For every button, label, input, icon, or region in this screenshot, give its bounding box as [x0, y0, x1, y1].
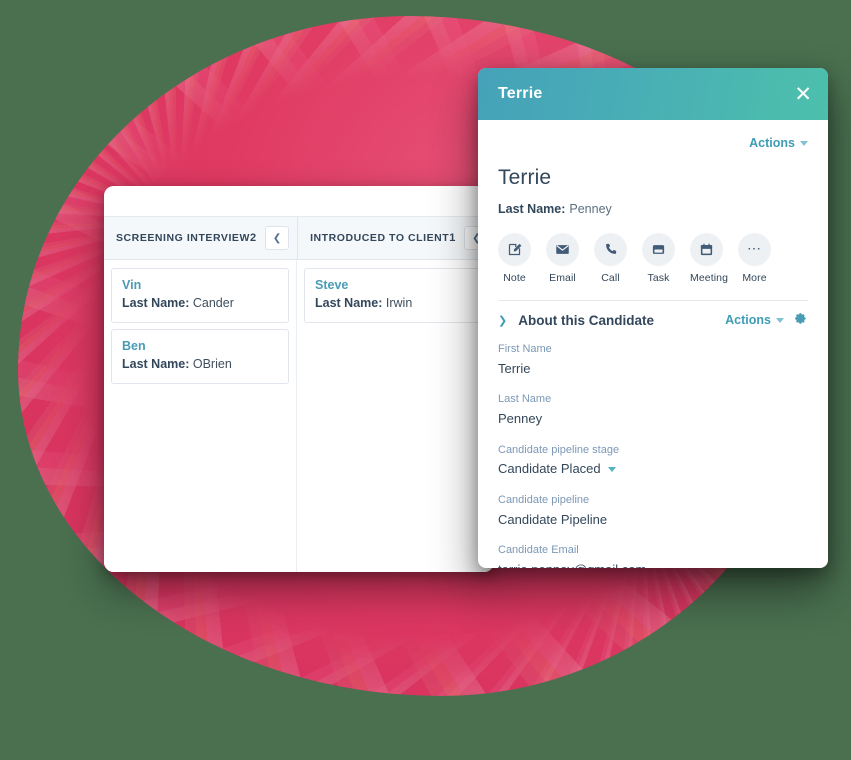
card-field-value: Irwin — [385, 296, 413, 311]
card-field-label: Last Name: — [122, 296, 190, 311]
record-subtitle-label: Last Name: — [498, 202, 566, 216]
record-panel-header: Terrie ✕ — [478, 68, 828, 120]
field-candidate-email: Candidate Email terrie.penney@gmail.com — [498, 542, 808, 568]
record-header-title: Terrie — [498, 85, 543, 102]
chevron-left-icon[interactable]: ❮ — [265, 226, 290, 250]
card-name[interactable]: Vin — [122, 276, 278, 294]
card-field-value: OBrien — [192, 357, 232, 371]
board-columns: Vin Last Name: Cander Ben Last Name: OBr… — [104, 260, 494, 572]
card-field: Last Name: Irwin — [315, 294, 471, 313]
column-title: SCREENING INTERVIEW — [116, 232, 250, 244]
quick-action-label: Note — [503, 272, 526, 284]
close-icon[interactable]: ✕ — [794, 84, 812, 105]
quick-action-task[interactable]: Task — [642, 233, 675, 284]
column-count: 1 — [449, 232, 456, 244]
top-actions-row: Actions — [498, 120, 808, 150]
field-first-name: First Name Terrie — [498, 341, 808, 378]
card-name[interactable]: Ben — [122, 337, 278, 355]
record-subtitle: Last Name: Penney — [498, 202, 808, 216]
chevron-down-icon[interactable]: ❯ — [498, 314, 507, 327]
field-value[interactable]: terrie.penney@gmail.com — [498, 561, 808, 568]
column-header-screening-interview: SCREENING INTERVIEW 2 ❮ — [104, 217, 299, 259]
phone-icon — [594, 233, 627, 266]
record-subtitle-value: Penney — [569, 202, 612, 216]
field-label: First Name — [498, 343, 552, 355]
field-value-dropdown[interactable]: Candidate Placed — [498, 460, 808, 479]
about-section-header: ❯ About this Candidate Actions — [498, 300, 808, 328]
field-candidate-pipeline-stage: Candidate pipeline stage Candidate Place… — [498, 442, 808, 479]
field-label: Candidate pipeline — [498, 494, 590, 507]
quick-action-meeting[interactable]: Meeting — [690, 233, 729, 284]
list-item[interactable]: Steve Last Name: Irwin — [304, 268, 482, 323]
column-body-screening-interview: Vin Last Name: Cander Ben Last Name: OBr… — [104, 260, 297, 572]
top-actions-label: Actions — [749, 136, 795, 150]
envelope-icon — [546, 233, 579, 266]
quick-action-email[interactable]: Email — [546, 233, 579, 284]
quick-action-label: Call — [601, 272, 620, 284]
chevron-down-icon — [607, 467, 616, 473]
board-column-headers: SCREENING INTERVIEW 2 ❮ INTRODUCED TO CL… — [104, 216, 494, 260]
quick-action-label: Meeting — [690, 272, 729, 284]
kanban-board-panel: SCREENING INTERVIEW 2 ❮ INTRODUCED TO CL… — [104, 186, 494, 572]
column-header-introduced-to-client: INTRODUCED TO CLIENT 1 ❮ — [298, 217, 494, 259]
record-panel-body: Actions Terrie Last Name: Penney Note Ema — [478, 120, 828, 568]
field-last-name: Last Name Penney — [498, 391, 808, 428]
section-header-actions: Actions — [725, 312, 808, 328]
task-icon — [642, 233, 675, 266]
list-item[interactable]: Ben Last Name: OBrien — [111, 328, 289, 384]
card-name[interactable]: Steve — [315, 276, 471, 294]
quick-actions-row: Note Email Call Task Meeting ⋯ More — [498, 233, 808, 284]
field-label: Last Name — [498, 393, 552, 406]
card-field: Last Name: OBrien — [122, 355, 278, 374]
card-field-value: Cander — [192, 296, 234, 311]
quick-action-call[interactable]: Call — [594, 233, 627, 284]
column-body-introduced-to-client: Steve Last Name: Irwin — [297, 260, 490, 572]
ellipsis-icon: ⋯ — [738, 233, 771, 266]
field-value[interactable]: Candidate Pipeline — [498, 511, 808, 530]
record-name: Terrie — [498, 166, 552, 189]
quick-action-label: Task — [647, 272, 670, 284]
section-title: About this Candidate — [518, 312, 654, 328]
card-field: Last Name: Cander — [122, 294, 278, 313]
field-value-text: Candidate Placed — [498, 461, 601, 477]
calendar-icon — [690, 233, 723, 266]
card-field-label: Last Name: — [315, 296, 383, 311]
field-label: Candidate pipeline stage — [498, 443, 620, 456]
quick-action-more[interactable]: ⋯ More — [738, 233, 771, 284]
chevron-down-icon — [776, 318, 784, 324]
field-candidate-pipeline: Candidate pipeline Candidate Pipeline — [498, 492, 808, 529]
section-actions-label: Actions — [725, 313, 771, 327]
field-label: Candidate Email — [498, 544, 579, 557]
quick-action-note[interactable]: Note — [498, 233, 531, 284]
card-field-label: Last Name: — [122, 357, 190, 371]
chevron-down-icon — [800, 141, 808, 147]
top-actions-button[interactable]: Actions — [749, 136, 808, 150]
quick-action-label: Email — [549, 272, 576, 284]
gear-icon[interactable] — [794, 312, 808, 328]
column-count: 2 — [249, 232, 257, 244]
column-title: INTRODUCED TO CLIENT — [310, 232, 450, 244]
list-item[interactable]: Vin Last Name: Cander — [111, 268, 289, 323]
note-pencil-icon — [498, 233, 531, 266]
section-actions-button[interactable]: Actions — [725, 313, 784, 327]
about-fields-list: First Name Terrie Last Name Penney Candi… — [498, 328, 808, 568]
record-detail-panel: Terrie ✕ Actions Terrie Last Name: Penney… — [478, 68, 828, 568]
field-value[interactable]: Terrie — [498, 360, 808, 379]
field-value[interactable]: Penney — [498, 410, 808, 429]
quick-action-label: More — [742, 272, 767, 284]
board-toolbar — [104, 186, 494, 216]
